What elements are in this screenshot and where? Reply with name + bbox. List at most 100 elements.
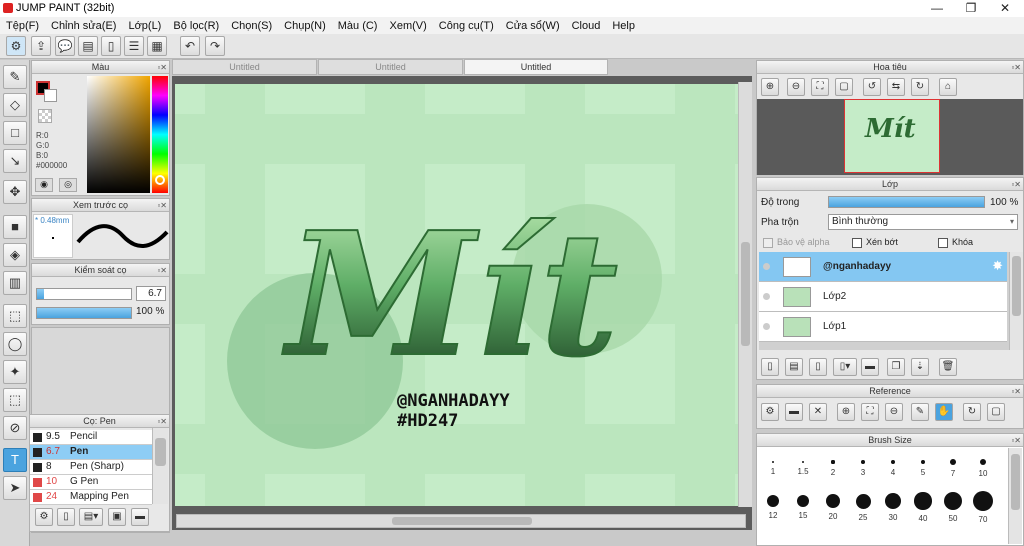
brush-list-item[interactable]: 8 Pen (Sharp) (30, 460, 152, 475)
delete-layer-icon[interactable]: 🗑 (939, 358, 957, 376)
reference-open-icon[interactable]: ▬ (785, 403, 803, 421)
layer-visibility-icon[interactable] (763, 263, 770, 270)
pen-pressure-tool-icon[interactable]: ↘ (3, 149, 27, 173)
menu-cloud[interactable]: Cloud (566, 20, 607, 32)
brush-copy-icon[interactable]: ▣ (108, 508, 126, 526)
menu-edit[interactable]: Chỉnh sửa(E) (45, 20, 122, 32)
magic-wand-icon[interactable]: ✦ (3, 360, 27, 384)
merge-layer-icon[interactable]: ⇣ (911, 358, 929, 376)
reference-settings-icon[interactable]: ⚙ (761, 403, 779, 421)
canvas-horizontal-scrollbar[interactable] (176, 514, 746, 528)
brush-size-option[interactable]: 7 (938, 457, 968, 478)
brush-settings-icon[interactable]: ⚙ (6, 36, 26, 56)
brush-size-option[interactable]: 12 (758, 491, 788, 520)
new-8bit-layer-icon[interactable]: ▯ (809, 358, 827, 376)
menu-capture[interactable]: Chụp(N) (278, 20, 332, 32)
brush-size-slider[interactable] (36, 288, 132, 300)
export-icon[interactable]: ⇪ (31, 36, 51, 56)
panel-window-icons[interactable]: ▫✕ (1011, 179, 1021, 191)
brush-size-option[interactable]: 1.5 (788, 457, 818, 476)
brush-list-scrollbar[interactable] (152, 428, 168, 504)
brush-tool-icon[interactable]: ✎ (3, 65, 27, 89)
brush-size-option[interactable]: 15 (788, 491, 818, 520)
tab-untitled-3[interactable]: Untitled (464, 59, 608, 75)
grid-icon[interactable]: ▦ (147, 36, 167, 56)
gradient-tool-icon[interactable]: ▥ (3, 271, 27, 295)
close-button[interactable]: ✕ (988, 0, 1022, 17)
canvas-area[interactable]: Mít @NGANHADAYY #HD247 (172, 76, 752, 530)
fill-rectangle-icon[interactable]: ■ (3, 215, 27, 239)
operation-tool-icon[interactable]: ➤ (3, 476, 27, 500)
layer-item[interactable]: Lớp2 (759, 282, 1007, 312)
brush-size-value[interactable]: 6.7 (136, 286, 166, 301)
list-icon[interactable]: ☰ (124, 36, 144, 56)
layer-item[interactable]: Lớp1 (759, 312, 1007, 342)
reference-zoom-in-icon[interactable]: ⊕ (837, 403, 855, 421)
menu-window[interactable]: Cửa sổ(W) (500, 20, 566, 32)
brush-list-item[interactable]: 9.5 Pencil (30, 430, 152, 445)
brush-size-option[interactable]: 5 (908, 457, 938, 477)
new-folder-icon[interactable]: ▬ (861, 358, 879, 376)
lock-checkbox[interactable] (938, 238, 948, 248)
panel-window-icons[interactable]: ▫✕ (1011, 435, 1021, 447)
brush-size-option[interactable]: 40 (908, 491, 938, 523)
select-eraser-icon[interactable]: ⊘ (3, 416, 27, 440)
reset-view-icon[interactable]: ⌂ (939, 78, 957, 96)
zoom-in-icon[interactable]: ⊕ (761, 78, 779, 96)
navigator-preview[interactable]: Mít (757, 99, 1023, 175)
layer-menu-icon[interactable]: ▯▾ (833, 358, 857, 376)
new-halftone-layer-icon[interactable]: ▤ (785, 358, 803, 376)
undo-button[interactable]: ↶ (180, 36, 200, 56)
color-history-icon[interactable]: ◎ (59, 178, 77, 192)
brush-settings-icon[interactable]: ⚙ (35, 508, 53, 526)
reference-close-icon[interactable]: ✕ (809, 403, 827, 421)
layer-opacity-slider[interactable] (828, 196, 985, 208)
menu-help[interactable]: Help (606, 20, 641, 32)
new-layer-icon[interactable]: ▯ (761, 358, 779, 376)
move-tool-icon[interactable]: ✥ (3, 180, 27, 204)
brush-size-option[interactable]: 25 (848, 491, 878, 522)
rectangle-tool-icon[interactable]: □ (3, 121, 27, 145)
minimize-button[interactable]: — (920, 0, 954, 17)
text-tool-icon[interactable]: T (3, 448, 27, 472)
brush-size-option[interactable]: 70 (968, 491, 998, 524)
message-icon[interactable]: ▤ (78, 36, 98, 56)
menu-filter[interactable]: Bộ lọc(R) (167, 20, 225, 32)
background-color-swatch[interactable] (44, 89, 57, 102)
panel-window-icons[interactable]: ▫✕ (157, 416, 167, 428)
brush-opacity-slider[interactable] (36, 307, 132, 319)
menu-tools[interactable]: Công cụ(T) (433, 20, 500, 32)
redo-button[interactable]: ↷ (205, 36, 225, 56)
eraser-tool-icon[interactable]: ◇ (3, 93, 27, 117)
brush-size-option[interactable]: 3 (848, 457, 878, 477)
brush-size-option[interactable]: 10 (968, 457, 998, 478)
hue-slider[interactable] (152, 76, 168, 193)
rotate-right-icon[interactable]: ↻ (911, 78, 929, 96)
brush-size-option[interactable]: 4 (878, 457, 908, 477)
brush-size-option[interactable]: 30 (878, 491, 908, 522)
brush-size-scrollbar[interactable] (1008, 448, 1022, 544)
zoom-out-icon[interactable]: ⊖ (787, 78, 805, 96)
bucket-fill-icon[interactable]: ◈ (3, 243, 27, 267)
page-icon[interactable]: ▯ (101, 36, 121, 56)
layer-item[interactable]: @nganhadayy ✸ (759, 252, 1007, 282)
menu-file[interactable]: Tệp(F) (0, 20, 45, 32)
select-pen-icon[interactable]: ⬚ (3, 388, 27, 412)
canvas-vertical-scrollbar[interactable] (738, 82, 752, 507)
panel-window-icons[interactable]: ▫✕ (157, 200, 167, 212)
layer-settings-icon[interactable]: ✸ (992, 258, 1003, 274)
duplicate-layer-icon[interactable]: ❐ (887, 358, 905, 376)
maximize-button[interactable]: ❐ (954, 0, 988, 17)
brush-size-option[interactable]: 50 (938, 491, 968, 523)
reference-reset-icon[interactable]: ▢ (987, 403, 1005, 421)
reference-fit-icon[interactable]: ⛶ (861, 403, 879, 421)
panel-window-icons[interactable]: ▫✕ (1011, 62, 1021, 74)
palette-icon[interactable]: ◉ (35, 178, 53, 192)
panel-window-icons[interactable]: ▫✕ (157, 62, 167, 74)
rect-select-icon[interactable]: ⬚ (3, 304, 27, 328)
tab-untitled-1[interactable]: Untitled (172, 59, 317, 75)
tab-untitled-2[interactable]: Untitled (318, 59, 463, 75)
brush-folder-icon[interactable]: ▬ (131, 508, 149, 526)
menu-view[interactable]: Xem(V) (383, 20, 432, 32)
brush-size-option[interactable]: 2 (818, 457, 848, 477)
